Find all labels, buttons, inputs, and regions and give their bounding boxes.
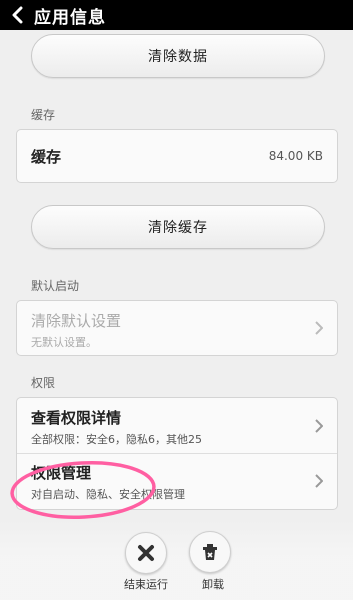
permission-details-subtitle: 全部权限：安全6，隐私6，其他25 [31, 433, 202, 446]
chevron-right-icon [315, 321, 323, 335]
clear-defaults-subtitle: 无默认设置。 [31, 336, 97, 349]
back-arrow-icon [12, 6, 23, 24]
permission-details-row[interactable]: 查看权限详情 全部权限：安全6，隐私6，其他25 [17, 398, 337, 454]
page-title: 应用信息 [34, 7, 106, 28]
clear-data-button[interactable]: 清除数据 [31, 34, 325, 78]
permissions-section-label: 权限 [31, 376, 56, 390]
uninstall-button[interactable] [189, 531, 231, 573]
default-launch-card: 清除默认设置 无默认设置。 [16, 300, 338, 356]
cache-row-label: 缓存 [31, 148, 62, 166]
default-launch-section-label: 默认启动 [31, 279, 80, 293]
cache-section-label: 缓存 [31, 108, 56, 122]
cache-size-value: 84.00 KB [268, 149, 323, 163]
back-button[interactable] [0, 0, 34, 30]
uninstall-label: 卸载 [202, 578, 224, 591]
close-x-icon [138, 545, 154, 561]
force-stop-button[interactable] [125, 532, 167, 574]
title-bar: 应用信息 [0, 0, 353, 30]
permission-details-title: 查看权限详情 [31, 409, 122, 427]
cache-card: 缓存 84.00 KB [16, 129, 338, 183]
annotation-highlight-ellipse [10, 461, 156, 519]
clear-defaults-row[interactable]: 清除默认设置 无默认设置。 [17, 301, 337, 355]
chevron-right-icon [315, 419, 323, 433]
bottom-action-bar [0, 520, 353, 600]
clear-cache-button[interactable]: 清除缓存 [31, 205, 325, 249]
cache-row: 缓存 84.00 KB [17, 130, 337, 182]
uninstall-icon [203, 544, 217, 560]
chevron-right-icon [315, 474, 323, 488]
clear-defaults-title: 清除默认设置 [31, 312, 122, 330]
force-stop-label: 结束运行 [124, 578, 168, 591]
